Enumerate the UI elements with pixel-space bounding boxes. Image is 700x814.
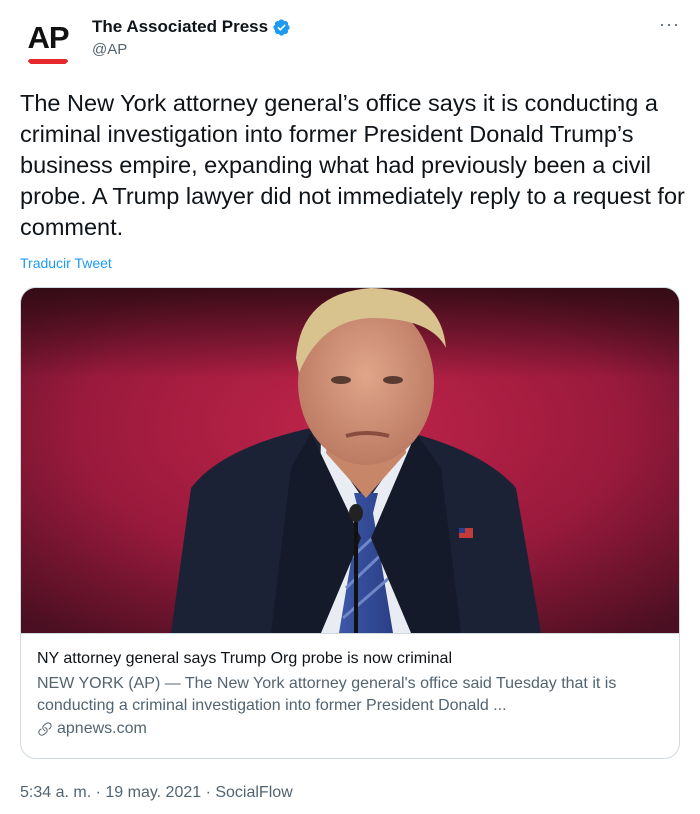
avatar[interactable]: AP (20, 14, 76, 70)
ap-logo: AP (27, 20, 69, 55)
link-icon (38, 722, 52, 736)
card-link[interactable]: apnews.com (37, 720, 665, 738)
author-block: The Associated Press @AP (92, 17, 291, 58)
author-name-text: The Associated Press (92, 17, 269, 36)
author-handle[interactable]: @AP (92, 41, 291, 58)
card-link-text: apnews.com (57, 720, 147, 737)
more-options-icon[interactable]: ··· (659, 15, 680, 33)
link-card[interactable]: NY attorney general says Trump Org probe… (20, 287, 680, 759)
author-name[interactable]: The Associated Press (92, 17, 291, 37)
tweet-text: The New York attorney general’s office s… (20, 90, 685, 240)
tweet-header: AP The Associated Press @AP ··· (20, 14, 680, 74)
translate-tweet-link[interactable]: Traducir Tweet (20, 255, 112, 271)
tweet-timestamp[interactable]: 5:34 a. m. · 19 may. 2021 · SocialFlow (20, 784, 293, 802)
card-info: NY attorney general says Trump Org probe… (21, 633, 679, 758)
card-description: NEW YORK (AP) — The New York attorney ge… (37, 675, 617, 714)
ap-logo-bar (28, 59, 68, 64)
card-title: NY attorney general says Trump Org probe… (37, 650, 452, 667)
card-image (21, 288, 679, 633)
verified-badge-icon (273, 18, 290, 36)
